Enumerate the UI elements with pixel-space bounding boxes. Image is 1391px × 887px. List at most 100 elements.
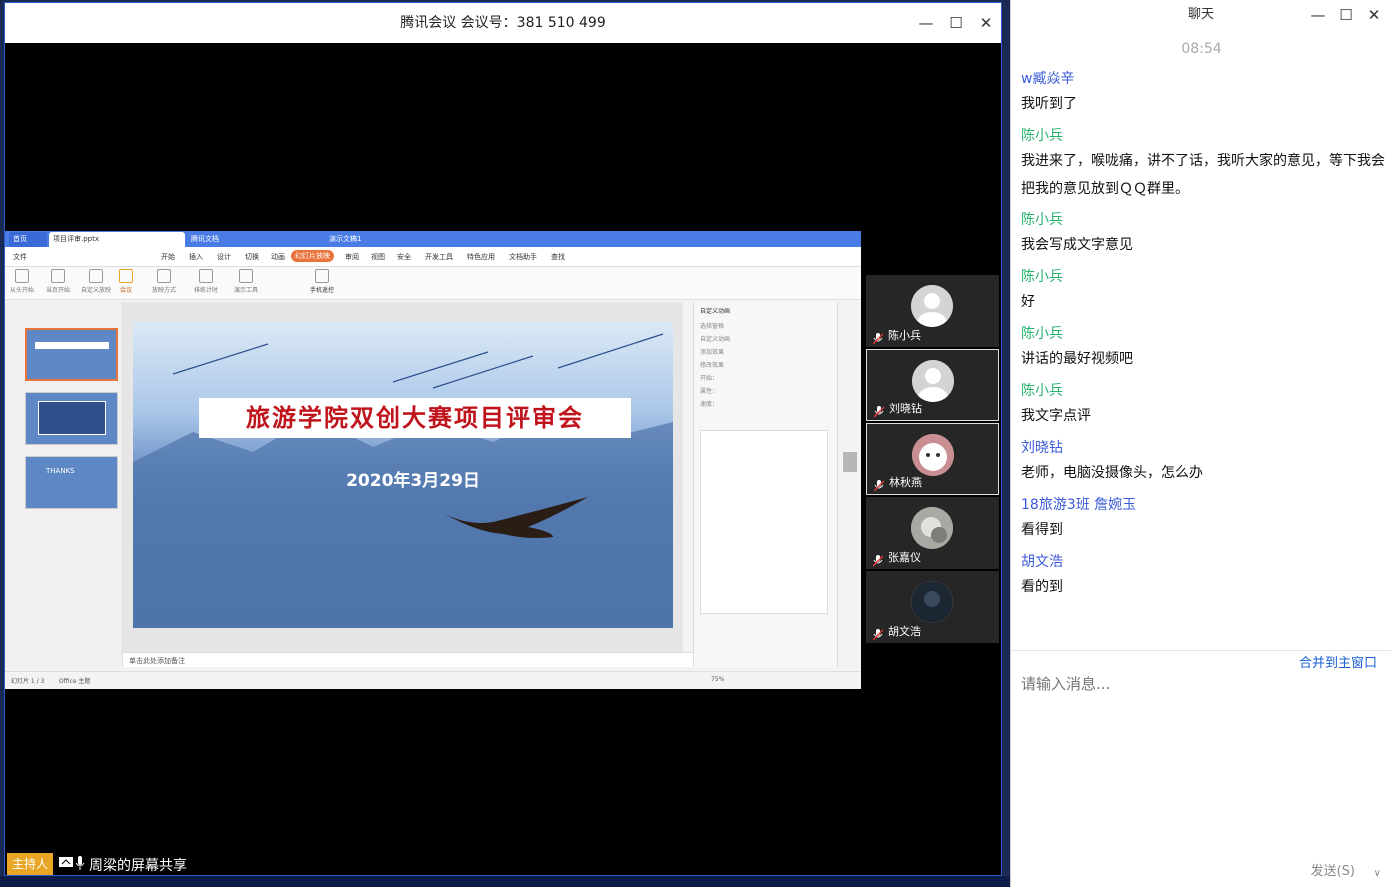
wps-menu-transition: 切换 [245, 253, 259, 261]
animation-list [700, 430, 828, 614]
chat-sender-name: 陈小兵 [1021, 383, 1063, 399]
chat-window: 聊天 — ☐ ✕ 08:54 w臧焱辛 我听到了 陈小兵 我进来了，喉咙痛，讲不了话，… [1010, 0, 1391, 887]
avatar [912, 434, 954, 476]
microphone-muted-icon [873, 403, 885, 418]
chat-sender-name: 陈小兵 [1021, 269, 1063, 285]
chat-sender-name: 陈小兵 [1021, 212, 1063, 228]
wps-tool-from-start: 从头开始 [7, 269, 37, 294]
minimize-button[interactable]: — [911, 3, 941, 43]
chat-message-text: 讲话的最好视频吧 [1021, 351, 1133, 367]
participant-name: 张嘉仪 [888, 551, 921, 564]
side-icon-rail [837, 302, 861, 667]
avatar [911, 581, 953, 623]
wps-tool-custom: 自定义放映 [81, 269, 111, 294]
chat-close-button[interactable]: ✕ [1359, 0, 1389, 30]
wps-menu-start: 开始 [161, 253, 175, 261]
wps-tab-doc: 腾讯文档 [191, 235, 219, 243]
close-button[interactable]: ✕ [971, 3, 1001, 43]
wps-menu-review: 审阅 [345, 253, 359, 261]
participant-name: 胡文浩 [888, 625, 921, 638]
chat-message-text: 我会写成文字意见 [1021, 237, 1133, 253]
taskbar [0, 876, 1010, 887]
slide-thumb-2 [25, 392, 118, 445]
props-item: 自定义动画 [700, 336, 731, 343]
chat-divider [1011, 650, 1391, 651]
props-item: 属性： [700, 388, 719, 395]
chat-sender-name: 陈小兵 [1021, 128, 1063, 144]
chat-minimize-button[interactable]: — [1303, 0, 1333, 30]
screen-share-label: 周梁的屏幕共享 [89, 858, 187, 874]
wps-tab-ppt2: 演示文稿1 [329, 235, 362, 243]
wps-menu-features: 特色应用 [467, 253, 495, 261]
wps-menu-design: 设计 [217, 253, 231, 261]
wps-tab-bar: 首页 项目评审.pptx 腾讯文档 演示文稿1 [5, 231, 861, 247]
screen-share-icon [59, 857, 73, 867]
maximize-button[interactable]: ☐ [941, 3, 971, 43]
chat-sender-name: 胡文浩 [1021, 554, 1063, 570]
chat-sender-name: w臧焱辛 [1021, 71, 1075, 87]
host-bar: 主持人 周梁的屏幕共享 [5, 851, 305, 875]
slide-thumb-1 [25, 328, 118, 381]
participant-card[interactable]: 林秋燕 [866, 423, 999, 495]
wps-menu-search: 查找 [551, 253, 565, 261]
chat-message-text: 我文字点评 [1021, 408, 1091, 424]
microphone-muted-icon [872, 626, 884, 641]
merge-to-main-link[interactable]: 合并到主窗口 [1299, 652, 1377, 671]
chat-sender-name: 18旅游3班 詹婉玉 [1021, 497, 1137, 513]
animation-pane-title: 自定义动画 [700, 308, 731, 315]
wps-menu-assistant: 文档助手 [509, 253, 537, 261]
chat-title: 聊天 [1187, 7, 1214, 22]
chat-input[interactable] [1021, 672, 1381, 696]
chat-message-text: 我听到了 [1021, 96, 1077, 112]
chevron-right-icon [843, 452, 857, 472]
microphone-icon [75, 856, 85, 870]
avatar [911, 507, 953, 549]
meeting-window: 腾讯会议 会议号：381 510 499 — ☐ ✕ 首页 项目评审.pptx … [4, 2, 1002, 876]
wps-tab-pptx: 项目评审.pptx [49, 232, 185, 247]
wps-menu-bar: 文件 开始 插入 设计 切换 动画 幻灯片放映 审阅 视图 安全 开发工具 特色… [5, 247, 861, 267]
wps-menu-insert: 插入 [189, 253, 203, 261]
host-badge: 主持人 [7, 853, 53, 875]
chat-message-text: 看的到 [1021, 579, 1063, 595]
microphone-muted-icon [873, 477, 885, 492]
chat-timestamp: 08:54 [1181, 41, 1222, 57]
slide-thumb-3-text: THANKS [46, 467, 75, 475]
participant-card[interactable]: 陈小兵 [866, 275, 999, 347]
wps-tool-mode: 放映方式 [149, 269, 179, 294]
wps-tool-demo: 演示工具 [231, 269, 261, 294]
chat-sender-name: 陈小兵 [1021, 326, 1063, 342]
status-slide-count: 幻灯片 1 / 3 [11, 678, 45, 685]
wps-menu-animation: 动画 [271, 253, 285, 261]
participant-name: 陈小兵 [888, 329, 921, 342]
send-button[interactable]: 发送(S) [1311, 860, 1355, 879]
participant-list: 陈小兵刘晓钻林秋燕张嘉仪胡文浩 [866, 275, 999, 647]
chat-message-text: 看得到 [1021, 522, 1063, 538]
wps-tab-home: 首页 [9, 232, 47, 247]
participant-card[interactable]: 张嘉仪 [866, 497, 999, 569]
slide-editor: 旅游学院双创大赛项目评审会 2020年3月29日 [123, 302, 683, 652]
participant-card[interactable]: 刘晓钻 [866, 349, 999, 421]
wps-menu-view: 视图 [371, 253, 385, 261]
participant-card[interactable]: 胡文浩 [866, 571, 999, 643]
meeting-title: 腾讯会议 会议号：381 510 499 [400, 15, 606, 31]
avatar [912, 360, 954, 402]
chevron-down-icon[interactable]: ∨ [1374, 868, 1381, 879]
wps-tool-meeting: 会议 [111, 269, 141, 294]
slide-notes: 单击此处添加备注 [123, 652, 693, 667]
chat-maximize-button[interactable]: ☐ [1331, 0, 1361, 30]
wps-menu-devtools: 开发工具 [425, 253, 453, 261]
chat-message-text: 好 [1021, 294, 1035, 310]
props-item: 选择窗格 [700, 323, 725, 330]
props-item: 开始： [700, 375, 719, 382]
chat-message-text: 我进来了，喉咙痛，讲不了话，我听大家的意见，等下我会把我的意见放到ＱＱ群里。 [1021, 153, 1385, 197]
status-zoom: 75% [711, 676, 725, 683]
wps-tool-rehearse: 排练计时 [191, 269, 221, 294]
chat-sender-name: 刘晓钻 [1021, 440, 1063, 456]
microphone-muted-icon [872, 552, 884, 567]
avatar [911, 285, 953, 327]
wps-menu-file: 文件 [13, 253, 27, 261]
props-item: 速度： [700, 401, 719, 408]
wps-menu-slideshow: 幻灯片放映 [291, 250, 334, 262]
chat-titlebar: 聊天 — ☐ ✕ [1011, 0, 1391, 30]
participant-name: 刘晓钻 [889, 402, 922, 415]
